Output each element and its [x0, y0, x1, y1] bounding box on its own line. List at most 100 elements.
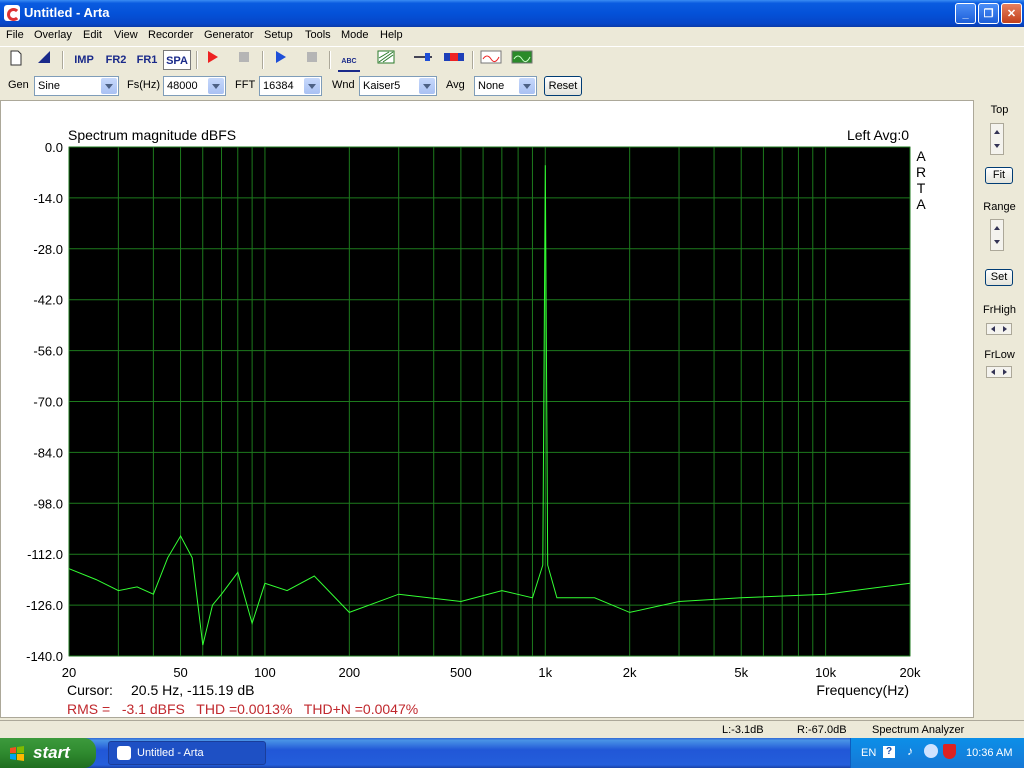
record-play-icon[interactable] — [205, 50, 221, 70]
menu-overlay[interactable]: Overlay — [34, 29, 72, 41]
side-panel: Top Range FrHigh FrLow — [975, 100, 1024, 718]
record-stop-icon[interactable] — [236, 50, 252, 70]
x-tick-label: 20k — [900, 665, 921, 680]
chevron-down-icon[interactable] — [208, 78, 224, 94]
menu-setup[interactable]: Setup — [264, 29, 293, 41]
status-right-level: R:-67.0dB — [797, 724, 847, 736]
brand-label: ARTA — [916, 148, 926, 212]
speaker-icon[interactable]: ♪ — [907, 744, 913, 758]
language-indicator[interactable]: EN — [861, 747, 876, 759]
x-tick-label: 5k — [734, 665, 748, 680]
range-label: Range — [983, 201, 1016, 213]
generator-play-icon[interactable] — [273, 50, 289, 70]
fr1-mode-button[interactable]: FR1 — [133, 50, 161, 70]
spectrum-chart[interactable]: Spectrum magnitude dBFS Left Avg:0 0.0 -1… — [1, 101, 973, 717]
start-button[interactable]: start — [0, 738, 96, 768]
toolbar-separator — [472, 51, 474, 69]
tray-arrow-icon[interactable] — [924, 744, 938, 758]
impulse-mode-button[interactable]: IMP — [70, 50, 98, 70]
new-file-icon[interactable] — [8, 50, 24, 70]
control-bar: Gen Sine Fs(Hz) 48000 FFT 16384 Wnd Kais… — [0, 73, 1024, 99]
top-label: Top — [990, 104, 1009, 116]
taskbar-item-label: Untitled - Arta — [137, 747, 204, 759]
menu-mode[interactable]: Mode — [341, 29, 369, 41]
menu-generator[interactable]: Generator — [204, 29, 254, 41]
wnd-label: Wnd — [332, 79, 355, 91]
oscilloscope-icon[interactable] — [511, 50, 533, 70]
app-icon[interactable] — [4, 5, 20, 21]
windows-logo-icon — [10, 746, 24, 761]
maximize-button[interactable]: ❐ — [978, 3, 999, 24]
menu-recorder[interactable]: Recorder — [148, 29, 193, 41]
x-axis-label: Frequency(Hz) — [816, 682, 909, 698]
arta-icon — [117, 746, 131, 760]
y-tick-label: -56.0 — [33, 344, 63, 359]
slider-icon[interactable] — [413, 50, 433, 70]
signal-icon[interactable] — [480, 50, 502, 70]
fs-label: Fs(Hz) — [127, 79, 160, 91]
x-tick-label: 200 — [338, 665, 360, 680]
colors-icon[interactable] — [443, 50, 465, 70]
frlow-label: FrLow — [984, 349, 1015, 361]
spa-mode-button[interactable]: SPA — [163, 50, 191, 70]
status-bar: L:-3.1dB R:-67.0dB Spectrum Analyzer — [0, 720, 1024, 739]
gen-select[interactable]: Sine — [34, 76, 119, 96]
x-axis: 20 50 100 200 500 1k 2k 5k 10k 20k — [62, 665, 921, 680]
range-spinner[interactable] — [990, 219, 1004, 251]
wnd-select[interactable]: Kaiser5 — [359, 76, 437, 96]
toolbar-separator — [196, 51, 198, 69]
frlow-spinner[interactable] — [986, 366, 1012, 378]
fs-value: 48000 — [167, 80, 198, 92]
minimize-button[interactable]: _ — [955, 3, 976, 24]
system-tray: EN ? ♪ 10:36 AM — [850, 738, 1024, 768]
y-tick-label: -84.0 — [33, 445, 63, 460]
chevron-down-icon[interactable] — [419, 78, 435, 94]
generator-stop-icon[interactable] — [304, 50, 320, 70]
brand-letter: A — [916, 148, 926, 164]
abc-label-button[interactable]: ABC — [338, 50, 360, 72]
fft-label: FFT — [235, 79, 256, 91]
status-left-level: L:-3.1dB — [722, 724, 764, 736]
fft-value: 16384 — [263, 80, 294, 92]
menu-view[interactable]: View — [114, 29, 138, 41]
x-tick-label: 500 — [450, 665, 472, 680]
fs-select[interactable]: 48000 — [163, 76, 226, 96]
close-button[interactable]: ✕ — [1001, 3, 1022, 24]
reset-button[interactable]: Reset — [544, 76, 582, 96]
top-spinner[interactable] — [990, 123, 1004, 155]
y-axis: 0.0 -14.0 -28.0 -42.0 -56.0 -70.0 -84.0 -98.0 -1… — [26, 140, 63, 664]
y-tick-label: -28.0 — [33, 242, 63, 257]
toolbar-separator — [62, 51, 64, 69]
taskbar-item-arta[interactable]: Untitled - Arta — [108, 741, 266, 765]
set-button[interactable]: Set — [985, 269, 1013, 286]
clock: 10:36 AM — [966, 747, 1013, 759]
measurement-readout: RMS = -3.1 dBFS THD =0.0013% THD+N =0.00… — [67, 701, 418, 717]
fit-button[interactable]: Fit — [985, 167, 1013, 184]
channel-label: Left Avg:0 — [847, 127, 909, 143]
chevron-down-icon[interactable] — [101, 78, 117, 94]
frhigh-spinner[interactable] — [986, 323, 1012, 335]
y-tick-label: 0.0 — [45, 140, 63, 155]
y-tick-label: -112.0 — [27, 547, 63, 562]
menu-file[interactable]: File — [6, 29, 24, 41]
chevron-down-icon[interactable] — [519, 78, 535, 94]
x-tick-label: 2k — [623, 665, 637, 680]
x-tick-label: 1k — [538, 665, 552, 680]
menu-bar: File Overlay Edit View Recorder Generato… — [0, 27, 1024, 45]
chevron-down-icon[interactable] — [304, 78, 320, 94]
avg-select[interactable]: None — [474, 76, 537, 96]
open-file-icon[interactable] — [36, 50, 52, 70]
menu-help[interactable]: Help — [380, 29, 403, 41]
title-bar: Untitled - Arta _ ❐ ✕ — [0, 0, 1024, 27]
grid-icon[interactable] — [377, 50, 395, 70]
avg-label: Avg — [446, 79, 465, 91]
fr2-mode-button[interactable]: FR2 — [102, 50, 130, 70]
x-tick-label: 50 — [173, 665, 187, 680]
security-shield-icon[interactable] — [943, 744, 956, 759]
menu-tools[interactable]: Tools — [305, 29, 331, 41]
toolbar-separator — [329, 51, 331, 69]
help-icon[interactable]: ? — [883, 746, 895, 758]
fft-select[interactable]: 16384 — [259, 76, 322, 96]
cursor-value: 20.5 Hz, -115.19 dB — [131, 682, 254, 698]
menu-edit[interactable]: Edit — [83, 29, 102, 41]
